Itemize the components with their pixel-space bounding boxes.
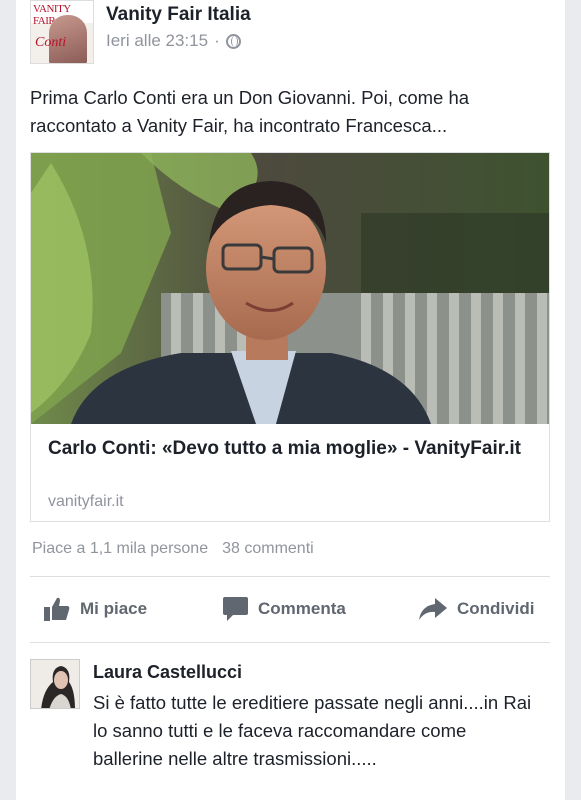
commenter-photo (31, 660, 79, 708)
comments-count[interactable]: 38 commenti (222, 540, 314, 558)
action-bar: Mi piace Commenta Condividi (30, 592, 550, 626)
right-gutter (565, 0, 581, 800)
comment-author[interactable]: Laura Castellucci (93, 662, 242, 683)
commenter-avatar[interactable] (30, 659, 80, 709)
divider-bottom (30, 642, 550, 643)
post-header: VANITY FAIR Conti Vanity Fair Italia Ier… (30, 0, 550, 72)
share-label: Condividi (457, 599, 535, 618)
post-timestamp[interactable]: Ieri alle 23:15 (106, 31, 208, 51)
page-avatar[interactable]: VANITY FAIR Conti (30, 0, 94, 64)
link-preview[interactable]: Carlo Conti: «Devo tutto a mia moglie» -… (30, 152, 550, 522)
link-preview-image[interactable] (31, 153, 549, 424)
like-label: Mi piace (80, 599, 148, 618)
link-domain: vanityfair.it (48, 493, 124, 510)
comment-icon (223, 597, 248, 621)
comment-label: Commenta (258, 599, 346, 618)
like-button[interactable]: Mi piace (44, 592, 147, 626)
page-name-link[interactable]: Vanity Fair Italia (106, 4, 251, 26)
comment-text: Si è fatto tutte le ereditiere passate n… (93, 692, 532, 769)
article-photo (31, 153, 549, 424)
likes-count[interactable]: Piace a 1,1 mila persone (32, 540, 208, 558)
share-icon (419, 598, 447, 620)
globe-icon (225, 33, 241, 49)
left-gutter (0, 0, 16, 800)
post-text: Prima Carlo Conti era un Don Giovanni. P… (30, 87, 470, 136)
post-stats: Piace a 1,1 mila persone 38 commenti (32, 540, 314, 558)
magazine-cover-word: Conti (35, 35, 67, 50)
comment-button[interactable]: Commenta (223, 592, 346, 626)
divider-top (30, 576, 550, 577)
meta-separator: · (214, 31, 220, 50)
post-meta: Ieri alle 23:15 · (106, 31, 241, 51)
post-card: VANITY FAIR Conti Vanity Fair Italia Ier… (16, 0, 565, 800)
like-icon (44, 597, 70, 621)
share-button[interactable]: Condividi (419, 592, 534, 626)
link-title[interactable]: Carlo Conti: «Devo tutto a mia moglie» -… (48, 436, 538, 462)
